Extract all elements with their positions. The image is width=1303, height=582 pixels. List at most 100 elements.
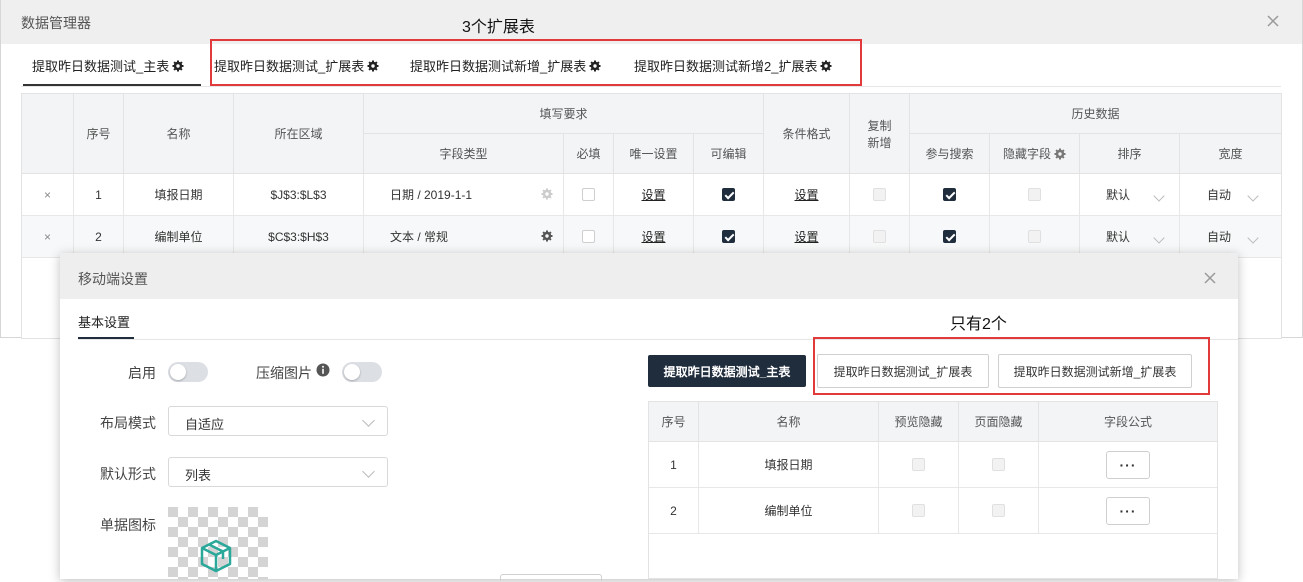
header-page-hide: 页面隐藏 — [959, 402, 1039, 442]
tab-basic-settings[interactable]: 基本设置 — [78, 312, 130, 331]
field-type-value: 日期 / 2019-1-1 — [390, 188, 473, 202]
chevron-down-icon — [362, 465, 375, 478]
row-index: 2 — [74, 216, 124, 258]
header-blank — [22, 94, 74, 174]
close-icon[interactable] — [1264, 12, 1282, 30]
header-hidden-field: 隐藏字段 — [990, 134, 1080, 174]
icon-label: 单据图标 — [100, 517, 156, 533]
enable-toggle[interactable] — [168, 362, 208, 382]
copy-add-checkbox[interactable] — [873, 230, 886, 243]
header-field-type: 字段类型 — [364, 134, 564, 174]
unique-setting-link[interactable]: 设置 — [641, 228, 665, 245]
header-name: 名称 — [699, 402, 879, 442]
row-region: $J$3:$L$3 — [234, 174, 364, 216]
width-select[interactable]: 自动 — [1180, 216, 1281, 258]
close-icon[interactable] — [1202, 270, 1218, 286]
document-icon-picker[interactable] — [168, 507, 268, 579]
annotation-box — [210, 39, 862, 86]
field-type-select[interactable]: 文本 / 常规 — [364, 216, 564, 258]
row-index: 1 — [74, 174, 124, 216]
info-icon[interactable] — [316, 363, 330, 377]
dialog-header — [60, 253, 1238, 299]
sort-select[interactable]: 默认 — [1080, 216, 1180, 258]
copy-add-checkbox[interactable] — [873, 188, 886, 201]
default-form-label: 默认形式 — [100, 466, 156, 482]
formula-button[interactable]: ··· — [1106, 450, 1150, 479]
header-copy-add: 复制新增 — [850, 94, 910, 174]
gear-icon[interactable] — [541, 230, 553, 242]
main-table-button[interactable]: 提取昨日数据测试_主表 — [648, 355, 806, 387]
unique-setting-link[interactable]: 设置 — [641, 186, 665, 203]
gear-icon[interactable] — [541, 188, 553, 200]
chevron-down-icon — [1153, 189, 1165, 202]
compress-toggle[interactable] — [342, 362, 382, 382]
ext-table-button-1[interactable]: 提取昨日数据测试_扩展表 — [817, 354, 989, 388]
copy-add-cell — [850, 216, 910, 258]
cond-format-cell: 设置 — [764, 216, 850, 258]
row-name: 填报日期 — [699, 442, 879, 488]
page-hide-checkbox[interactable] — [992, 458, 1005, 471]
row-index: 2 — [649, 488, 699, 534]
required-checkbox-cell — [564, 216, 614, 258]
search-checkbox[interactable] — [943, 188, 956, 201]
partial-button[interactable] — [500, 574, 602, 581]
dialog-header — [1, 0, 1302, 44]
formula-cell: ··· — [1039, 488, 1217, 534]
tab-main-table[interactable]: 提取昨日数据测试_主表 — [32, 56, 184, 75]
hidden-field-checkbox[interactable] — [1028, 188, 1041, 201]
remove-row-button[interactable]: × — [22, 174, 74, 216]
gear-icon[interactable] — [1054, 148, 1066, 160]
gear-icon[interactable] — [172, 60, 184, 72]
sort-value: 默认 — [1106, 230, 1131, 244]
search-cell — [910, 216, 990, 258]
tab-label: 提取昨日数据测试_主表 — [32, 59, 170, 74]
sort-select[interactable]: 默认 — [1080, 174, 1180, 216]
mobile-settings-dialog: 移动端设置 基本设置 只有2个 启用 压缩图片 布局模式 自适应 默认形式 列表… — [60, 253, 1238, 581]
page-hide-checkbox[interactable] — [992, 504, 1005, 517]
page-hide-cell — [959, 442, 1039, 488]
hidden-field-checkbox[interactable] — [1028, 230, 1041, 243]
field-type-value: 文本 / 常规 — [390, 230, 449, 244]
editable-cell — [694, 174, 764, 216]
editable-cell — [694, 216, 764, 258]
remove-row-button[interactable]: × — [22, 216, 74, 258]
dialog-title: 移动端设置 — [78, 271, 148, 287]
chevron-down-icon — [1247, 189, 1259, 202]
required-checkbox[interactable] — [582, 230, 595, 243]
search-cell — [910, 174, 990, 216]
required-checkbox[interactable] — [582, 188, 595, 201]
formula-button[interactable]: ··· — [1106, 496, 1150, 525]
editable-checkbox[interactable] — [722, 230, 735, 243]
copy-add-cell — [850, 174, 910, 216]
width-value: 自动 — [1207, 230, 1232, 244]
default-form-select[interactable]: 列表 — [168, 457, 388, 487]
layout-select[interactable]: 自适应 — [168, 406, 388, 436]
row-region: $C$3:$H$3 — [234, 216, 364, 258]
unique-cell: 设置 — [614, 174, 694, 216]
header-width: 宽度 — [1180, 134, 1281, 174]
header-region: 所在区域 — [234, 94, 364, 174]
header-formula: 字段公式 — [1039, 402, 1217, 442]
mobile-fields-table: 序号 名称 预览隐藏 页面隐藏 字段公式 1 填报日期 ··· 2 编制单位 ·… — [648, 401, 1218, 579]
header-hidden-field-label: 隐藏字段 — [1002, 147, 1051, 161]
search-checkbox[interactable] — [943, 230, 956, 243]
header-required: 必填 — [564, 134, 614, 174]
header-name: 名称 — [124, 94, 234, 174]
cond-format-link[interactable]: 设置 — [794, 186, 818, 203]
row-name: 填报日期 — [124, 174, 234, 216]
header-preview-hide: 预览隐藏 — [879, 402, 959, 442]
field-type-select[interactable]: 日期 / 2019-1-1 — [364, 174, 564, 216]
required-checkbox-cell — [564, 174, 614, 216]
header-history: 历史数据 — [910, 94, 1281, 134]
cond-format-link[interactable]: 设置 — [794, 228, 818, 245]
header-editable: 可编辑 — [694, 134, 764, 174]
editable-checkbox[interactable] — [722, 188, 735, 201]
width-value: 自动 — [1207, 188, 1232, 202]
ext-table-button-2[interactable]: 提取昨日数据测试新增_扩展表 — [998, 354, 1192, 388]
compress-label: 压缩图片 — [256, 365, 312, 381]
annotation-text: 3个扩展表 — [462, 19, 535, 36]
width-select[interactable]: 自动 — [1180, 174, 1281, 216]
preview-hide-checkbox[interactable] — [912, 504, 925, 517]
preview-hide-checkbox[interactable] — [912, 458, 925, 471]
hidden-field-cell — [990, 174, 1080, 216]
